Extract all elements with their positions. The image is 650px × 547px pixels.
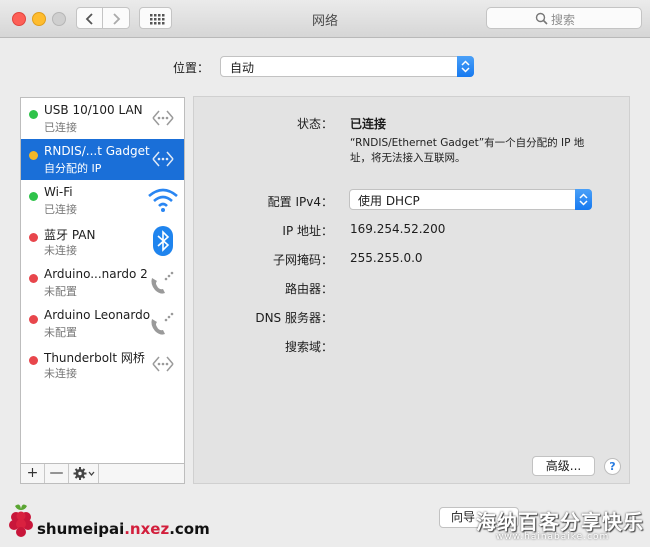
raspberry-logo xyxy=(9,504,33,537)
subnet-mask-value: 255.255.0.0 xyxy=(350,251,423,265)
status-dot xyxy=(29,356,38,365)
updown-arrows-icon xyxy=(575,189,592,210)
service-name: Arduino Leonardo xyxy=(44,308,151,322)
service-name: Wi-Fi xyxy=(44,185,73,199)
status-label: 状态： xyxy=(296,117,333,131)
status-dot xyxy=(29,151,38,160)
service-detail-pane: 状态： 已连接 “RNDIS/Ethernet Gadget”有一个自分配的 I… xyxy=(193,96,630,484)
help-button[interactable]: ? xyxy=(604,458,621,475)
service-bluetooth-pan[interactable]: 蓝牙 PAN 未连接 xyxy=(21,221,184,262)
service-name: 蓝牙 PAN xyxy=(44,228,96,242)
watermark-url: www.hainabaike.com xyxy=(496,532,610,542)
service-actions-button[interactable] xyxy=(69,464,99,483)
search-domain-label: 搜索域： xyxy=(284,340,333,354)
service-name: RNDIS/...t Gadget xyxy=(44,144,150,158)
router-label: 路由器： xyxy=(284,282,333,296)
service-status: 已连接 xyxy=(44,203,77,216)
ethernet-arrows-icon xyxy=(152,110,174,126)
status-value: 已连接 xyxy=(350,117,387,131)
configure-ipv4-label: 配置 IPv4： xyxy=(267,195,333,209)
ip-address-label: IP 地址： xyxy=(282,224,333,238)
search-placeholder: 搜索 xyxy=(551,13,576,27)
service-list-footer: + — xyxy=(20,464,185,484)
updown-arrows-icon xyxy=(457,56,474,77)
service-name: Arduino...nardo 2 xyxy=(44,267,148,281)
service-status: 未连接 xyxy=(44,367,77,380)
service-thunderbolt-bridge[interactable]: Thunderbolt 网桥 未连接 xyxy=(21,344,184,385)
add-service-button[interactable]: + xyxy=(21,464,45,483)
dns-server-label: DNS 服务器： xyxy=(255,311,333,325)
status-dot xyxy=(29,233,38,242)
service-status: 未连接 xyxy=(44,244,77,257)
watermark-cn-text: 海纳百客分享快乐 xyxy=(476,510,644,534)
remove-service-button[interactable]: — xyxy=(45,464,69,483)
status-dot xyxy=(29,315,38,324)
site-name: shumeipai xyxy=(37,520,125,538)
service-status: 未配置 xyxy=(44,326,77,339)
wifi-icon xyxy=(148,188,178,212)
service-arduino-leonardo-2[interactable]: Arduino...nardo 2 未配置 xyxy=(21,262,184,303)
configure-ipv4-value: 使用 DHCP xyxy=(358,194,420,208)
location-label: 位置： xyxy=(173,61,210,75)
site-tld: .com xyxy=(169,520,210,538)
subnet-mask-label: 子网掩码： xyxy=(272,253,333,267)
phone-modem-icon xyxy=(151,312,174,335)
ethernet-arrows-icon xyxy=(152,151,174,167)
service-arduino-leonardo[interactable]: Arduino Leonardo 未配置 xyxy=(21,303,184,344)
service-status: 未配置 xyxy=(44,285,77,298)
service-name: USB 10/100 LAN xyxy=(44,103,143,117)
site-domain: .nxez xyxy=(124,520,170,538)
service-status: 自分配的 IP xyxy=(44,162,102,175)
service-wifi[interactable]: Wi-Fi 已连接 xyxy=(21,180,184,221)
status-description: “RNDIS/Ethernet Gadget”有一个自分配的 IP 地址，将无法… xyxy=(350,137,585,164)
site-watermark: shumeipai.nxez.com xyxy=(37,520,210,538)
window-toolbar: 网络 搜索 xyxy=(0,0,650,38)
location-value: 自动 xyxy=(230,61,255,75)
phone-modem-icon xyxy=(151,271,174,294)
service-status: 已连接 xyxy=(44,121,77,134)
status-dot xyxy=(29,110,38,119)
bluetooth-icon xyxy=(153,226,173,256)
service-usb-lan[interactable]: USB 10/100 LAN 已连接 xyxy=(21,98,184,139)
service-list: USB 10/100 LAN 已连接 RNDIS/...t Gadget 自分配… xyxy=(20,97,185,464)
gear-icon xyxy=(73,467,95,480)
ip-address-value: 169.254.52.200 xyxy=(350,222,446,236)
search-icon xyxy=(535,12,548,25)
haina-watermark: 海纳百客分享快乐 www.hainabaike.com xyxy=(470,506,648,544)
location-select[interactable]: 自动 xyxy=(220,56,474,77)
service-name: Thunderbolt 网桥 xyxy=(44,351,145,365)
search-field[interactable]: 搜索 xyxy=(486,7,642,29)
advanced-button[interactable]: 高级... xyxy=(532,456,595,476)
service-rndis-gadget[interactable]: RNDIS/...t Gadget 自分配的 IP xyxy=(21,139,184,180)
status-dot xyxy=(29,274,38,283)
ethernet-arrows-icon xyxy=(152,356,174,372)
status-dot xyxy=(29,192,38,201)
configure-ipv4-select[interactable]: 使用 DHCP xyxy=(349,189,592,210)
